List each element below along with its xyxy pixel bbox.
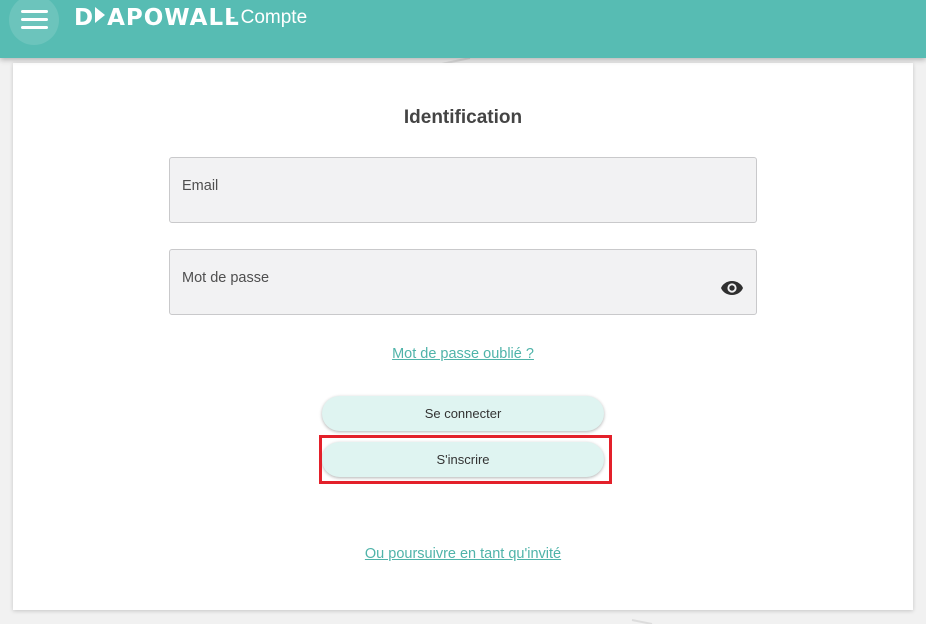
form-title: Identification (403, 107, 523, 128)
signin-button[interactable]: Se connecter (322, 396, 604, 431)
email-field[interactable]: Email (169, 157, 757, 223)
password-label: Mot de passe (182, 270, 270, 286)
play-icon (95, 7, 106, 23)
hamburger-menu-icon-bar (21, 18, 48, 21)
password-input[interactable] (182, 286, 682, 308)
logo-text: D APOWALL (74, 5, 240, 31)
hamburger-menu-icon-bar (21, 26, 48, 29)
eye-icon[interactable] (720, 279, 744, 297)
email-input[interactable] (182, 194, 722, 216)
forgot-password-link[interactable]: Mot de passe oublié ? (13, 346, 913, 362)
guest-continue-link[interactable]: Ou poursuivre en tant qu'invité (13, 546, 913, 562)
menu-button[interactable] (9, 0, 59, 45)
login-card: Identification Email Mot de passe Mot de… (13, 63, 913, 610)
top-app-bar: D APOWALL - Compte (0, 0, 926, 58)
hamburger-menu-icon (21, 10, 48, 13)
signup-button[interactable]: S'inscrire (322, 442, 604, 477)
page-title: - Compte (229, 7, 308, 28)
app-logo[interactable]: D APOWALL (74, 4, 240, 32)
email-label: Email (182, 178, 219, 194)
password-field[interactable]: Mot de passe (169, 249, 757, 315)
